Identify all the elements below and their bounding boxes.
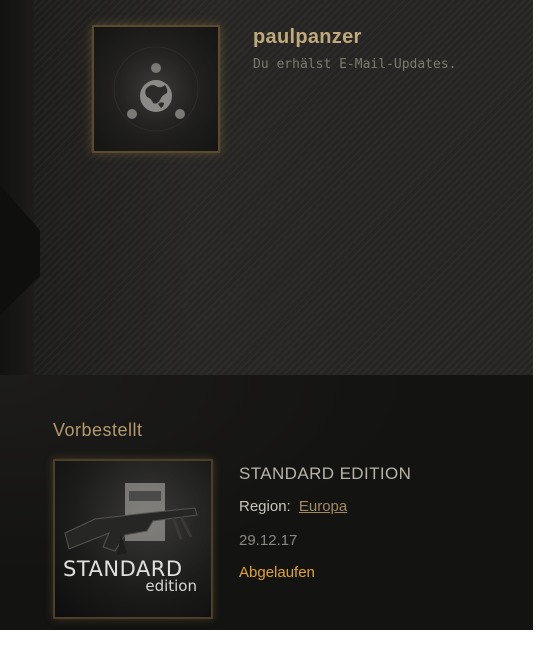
username: paulpanzer: [253, 26, 362, 48]
side-decoration: [0, 185, 40, 315]
avatar[interactable]: [92, 25, 220, 153]
email-status-text: Du erhälst E-Mail-Updates.: [253, 57, 457, 72]
region-link[interactable]: Europa: [299, 498, 347, 515]
section-title-preordered: Vorbestellt: [53, 420, 143, 440]
profile-panel: paulpanzer Du erhälst E-Mail-Updates.: [0, 0, 533, 375]
region-row: Region: Europa: [239, 498, 347, 515]
status-badge: Abgelaufen: [239, 564, 315, 581]
page: paulpanzer Du erhälst E-Mail-Updates. Vo…: [0, 0, 533, 630]
region-label: Region:: [239, 498, 291, 515]
product-name: STANDARD EDITION: [239, 464, 412, 483]
preorder-date: 29.12.17: [239, 532, 298, 549]
globe-emblem-icon: [113, 46, 199, 132]
product-image-subtitle: edition: [145, 577, 197, 595]
product-image[interactable]: STANDARD edition: [53, 459, 213, 619]
